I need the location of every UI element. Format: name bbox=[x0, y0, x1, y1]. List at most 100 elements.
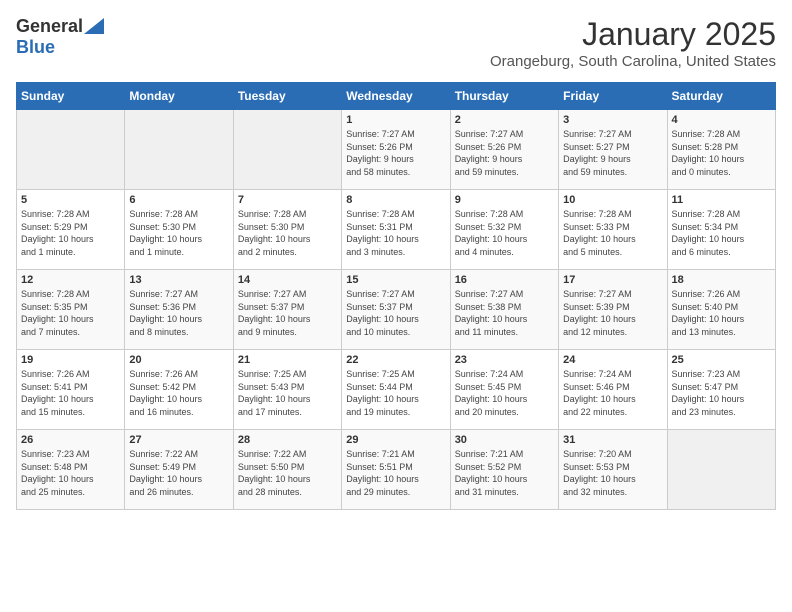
day-cell-29: 29 Sunrise: 7:21 AM Sunset: 5:51 PM Dayli… bbox=[342, 430, 450, 510]
header-monday: Monday bbox=[125, 83, 233, 110]
day-cell-20: 20 Sunrise: 7:26 AM Sunset: 5:42 PM Dayli… bbox=[125, 350, 233, 430]
day-cell-23: 23Sunrise: 7:24 AM Sunset: 5:45 PM Dayli… bbox=[450, 350, 558, 430]
day-number-5: 5 bbox=[21, 194, 120, 206]
logo-blue-text: Blue bbox=[16, 37, 55, 58]
day-cell-13: 13Sunrise: 7:27 AM Sunset: 5:36 PM Dayli… bbox=[125, 270, 233, 350]
day-number-17: 17 bbox=[563, 274, 662, 286]
header-wednesday: Wednesday bbox=[342, 83, 450, 110]
day-info-19: Sunrise: 7:26 AM Sunset: 5:41 PM Dayligh… bbox=[21, 368, 120, 418]
day-number-19: 19 bbox=[21, 354, 120, 366]
day-number-26: 26 bbox=[21, 434, 120, 446]
day-cell-9: 9 Sunrise: 7:28 AM Sunset: 5:32 PM Daylig… bbox=[450, 190, 558, 270]
day-number-9: 9 bbox=[455, 194, 554, 206]
day-info-26: Sunrise: 7:23 AM Sunset: 5:48 PM Dayligh… bbox=[21, 448, 120, 498]
day-info-2: Sunrise: 7:27 AM Sunset: 5:26 PM Dayligh… bbox=[455, 128, 554, 178]
day-cell-12: 12 Sunrise: 7:28 AM Sunset: 5:35 PM Dayli… bbox=[17, 270, 125, 350]
day-cell-18: 18 Sunrise: 7:26 AM Sunset: 5:40 PM Dayli… bbox=[667, 270, 775, 350]
day-cell-27: 27Sunrise: 7:22 AM Sunset: 5:49 PM Dayli… bbox=[125, 430, 233, 510]
day-info-30: Sunrise: 7:21 AM Sunset: 5:52 PM Dayligh… bbox=[455, 448, 554, 498]
day-number-25: 25 bbox=[672, 354, 771, 366]
day-number-4: 4 bbox=[672, 114, 771, 126]
day-cell-15: 15 Sunrise: 7:27 AM Sunset: 5:37 PM Dayli… bbox=[342, 270, 450, 350]
day-info-31: Sunrise: 7:20 AM Sunset: 5:53 PM Dayligh… bbox=[563, 448, 662, 498]
day-number-18: 18 bbox=[672, 274, 771, 286]
day-info-16: Sunrise: 7:27 AM Sunset: 5:38 PM Dayligh… bbox=[455, 288, 554, 338]
day-cell-31: 31 Sunrise: 7:20 AM Sunset: 5:53 PM Dayli… bbox=[559, 430, 667, 510]
week-row-3: 12 Sunrise: 7:28 AM Sunset: 5:35 PM Dayli… bbox=[17, 270, 776, 350]
header-tuesday: Tuesday bbox=[233, 83, 341, 110]
calendar-table: SundayMondayTuesdayWednesdayThursdayFrid… bbox=[16, 82, 776, 510]
day-number-10: 10 bbox=[563, 194, 662, 206]
day-info-28: Sunrise: 7:22 AM Sunset: 5:50 PM Dayligh… bbox=[238, 448, 337, 498]
empty-cell bbox=[17, 110, 125, 190]
empty-cell bbox=[125, 110, 233, 190]
day-cell-21: 21Sunrise: 7:25 AM Sunset: 5:43 PM Dayli… bbox=[233, 350, 341, 430]
day-info-7: Sunrise: 7:28 AM Sunset: 5:30 PM Dayligh… bbox=[238, 208, 337, 258]
day-number-20: 20 bbox=[129, 354, 228, 366]
day-info-6: Sunrise: 7:28 AM Sunset: 5:30 PM Dayligh… bbox=[129, 208, 228, 258]
day-number-31: 31 bbox=[563, 434, 662, 446]
day-info-20: Sunrise: 7:26 AM Sunset: 5:42 PM Dayligh… bbox=[129, 368, 228, 418]
day-cell-1: 1Sunrise: 7:27 AM Sunset: 5:26 PM Daylig… bbox=[342, 110, 450, 190]
day-cell-17: 17Sunrise: 7:27 AM Sunset: 5:39 PM Dayli… bbox=[559, 270, 667, 350]
logo-icon bbox=[84, 18, 104, 34]
day-cell-3: 3 Sunrise: 7:27 AM Sunset: 5:27 PM Daylig… bbox=[559, 110, 667, 190]
day-cell-4: 4 Sunrise: 7:28 AM Sunset: 5:28 PM Daylig… bbox=[667, 110, 775, 190]
day-info-8: Sunrise: 7:28 AM Sunset: 5:31 PM Dayligh… bbox=[346, 208, 445, 258]
day-info-1: Sunrise: 7:27 AM Sunset: 5:26 PM Dayligh… bbox=[346, 128, 445, 178]
week-row-5: 26 Sunrise: 7:23 AM Sunset: 5:48 PM Dayli… bbox=[17, 430, 776, 510]
day-info-11: Sunrise: 7:28 AM Sunset: 5:34 PM Dayligh… bbox=[672, 208, 771, 258]
day-number-28: 28 bbox=[238, 434, 337, 446]
day-number-12: 12 bbox=[21, 274, 120, 286]
day-cell-24: 24 Sunrise: 7:24 AM Sunset: 5:46 PM Dayli… bbox=[559, 350, 667, 430]
day-info-15: Sunrise: 7:27 AM Sunset: 5:37 PM Dayligh… bbox=[346, 288, 445, 338]
day-info-29: Sunrise: 7:21 AM Sunset: 5:51 PM Dayligh… bbox=[346, 448, 445, 498]
day-cell-7: 7 Sunrise: 7:28 AM Sunset: 5:30 PM Daylig… bbox=[233, 190, 341, 270]
week-row-4: 19 Sunrise: 7:26 AM Sunset: 5:41 PM Dayli… bbox=[17, 350, 776, 430]
day-info-14: Sunrise: 7:27 AM Sunset: 5:37 PM Dayligh… bbox=[238, 288, 337, 338]
week-row-2: 5Sunrise: 7:28 AM Sunset: 5:29 PM Daylig… bbox=[17, 190, 776, 270]
title-area: January 2025 Orangeburg, South Carolina,… bbox=[490, 16, 776, 70]
day-number-13: 13 bbox=[129, 274, 228, 286]
day-info-24: Sunrise: 7:24 AM Sunset: 5:46 PM Dayligh… bbox=[563, 368, 662, 418]
day-cell-5: 5Sunrise: 7:28 AM Sunset: 5:29 PM Daylig… bbox=[17, 190, 125, 270]
day-cell-2: 2Sunrise: 7:27 AM Sunset: 5:26 PM Daylig… bbox=[450, 110, 558, 190]
day-cell-26: 26 Sunrise: 7:23 AM Sunset: 5:48 PM Dayli… bbox=[17, 430, 125, 510]
day-cell-10: 10 Sunrise: 7:28 AM Sunset: 5:33 PM Dayli… bbox=[559, 190, 667, 270]
day-cell-22: 22Sunrise: 7:25 AM Sunset: 5:44 PM Dayli… bbox=[342, 350, 450, 430]
day-number-11: 11 bbox=[672, 194, 771, 206]
calendar-header-row: SundayMondayTuesdayWednesdayThursdayFrid… bbox=[17, 83, 776, 110]
day-cell-28: 28 Sunrise: 7:22 AM Sunset: 5:50 PM Dayli… bbox=[233, 430, 341, 510]
header-friday: Friday bbox=[559, 83, 667, 110]
logo-general-text: General bbox=[16, 16, 83, 37]
day-info-3: Sunrise: 7:27 AM Sunset: 5:27 PM Dayligh… bbox=[563, 128, 662, 178]
day-number-14: 14 bbox=[238, 274, 337, 286]
header-thursday: Thursday bbox=[450, 83, 558, 110]
day-info-12: Sunrise: 7:28 AM Sunset: 5:35 PM Dayligh… bbox=[21, 288, 120, 338]
empty-cell bbox=[667, 430, 775, 510]
calendar-title: January 2025 bbox=[490, 16, 776, 53]
day-number-29: 29 bbox=[346, 434, 445, 446]
header-saturday: Saturday bbox=[667, 83, 775, 110]
calendar-subtitle: Orangeburg, South Carolina, United State… bbox=[490, 53, 776, 70]
day-cell-11: 11 Sunrise: 7:28 AM Sunset: 5:34 PM Dayli… bbox=[667, 190, 775, 270]
day-number-22: 22 bbox=[346, 354, 445, 366]
day-number-3: 3 bbox=[563, 114, 662, 126]
day-cell-6: 6Sunrise: 7:28 AM Sunset: 5:30 PM Daylig… bbox=[125, 190, 233, 270]
day-info-25: Sunrise: 7:23 AM Sunset: 5:47 PM Dayligh… bbox=[672, 368, 771, 418]
day-number-16: 16 bbox=[455, 274, 554, 286]
day-info-27: Sunrise: 7:22 AM Sunset: 5:49 PM Dayligh… bbox=[129, 448, 228, 498]
header: General Blue January 2025 Orangeburg, So… bbox=[16, 16, 776, 70]
day-number-24: 24 bbox=[563, 354, 662, 366]
day-info-10: Sunrise: 7:28 AM Sunset: 5:33 PM Dayligh… bbox=[563, 208, 662, 258]
day-number-8: 8 bbox=[346, 194, 445, 206]
empty-cell bbox=[233, 110, 341, 190]
day-info-18: Sunrise: 7:26 AM Sunset: 5:40 PM Dayligh… bbox=[672, 288, 771, 338]
day-info-9: Sunrise: 7:28 AM Sunset: 5:32 PM Dayligh… bbox=[455, 208, 554, 258]
day-number-21: 21 bbox=[238, 354, 337, 366]
day-info-4: Sunrise: 7:28 AM Sunset: 5:28 PM Dayligh… bbox=[672, 128, 771, 178]
day-number-7: 7 bbox=[238, 194, 337, 206]
day-number-15: 15 bbox=[346, 274, 445, 286]
day-cell-25: 25 Sunrise: 7:23 AM Sunset: 5:47 PM Dayli… bbox=[667, 350, 775, 430]
day-info-23: Sunrise: 7:24 AM Sunset: 5:45 PM Dayligh… bbox=[455, 368, 554, 418]
